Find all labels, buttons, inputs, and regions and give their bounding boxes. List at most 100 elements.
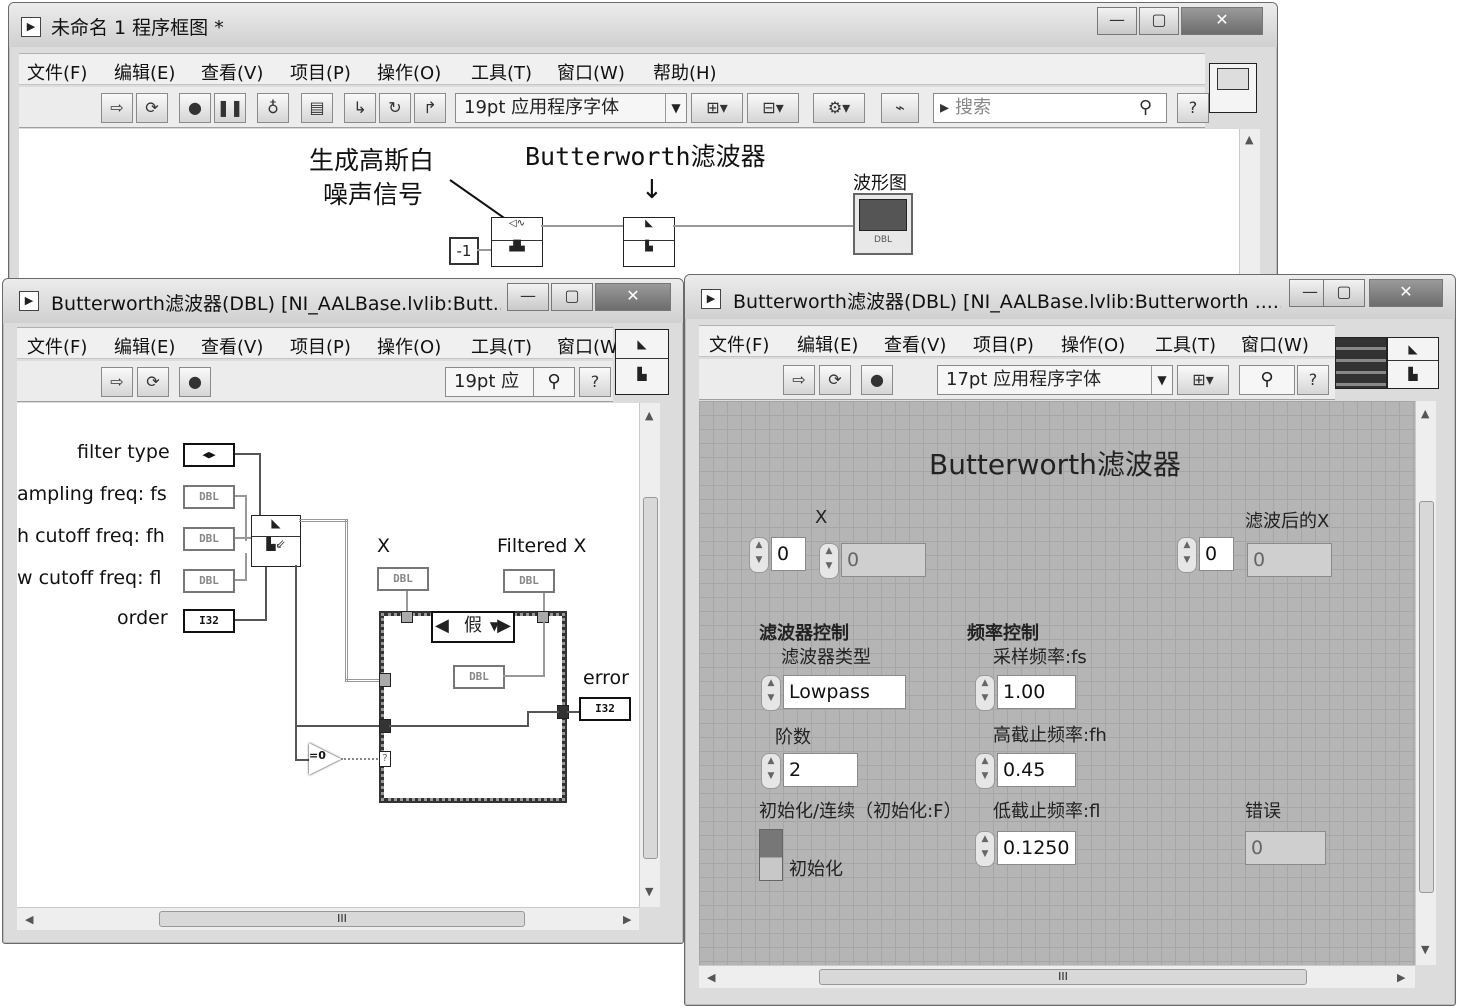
horizontal-scroll-thumb[interactable]: III [819, 969, 1307, 985]
pause-button[interactable]: ❚❚ [214, 93, 246, 123]
low-cutoff-value[interactable]: 0.1250 [997, 831, 1076, 865]
highlight-execution-button[interactable]: ♁ [257, 93, 289, 123]
high-cutoff-control[interactable]: ▲ ▼ 0.45 [975, 753, 1085, 789]
front-titlebar[interactable]: ▶ Butterworth滤波器(DBL) [NI_AALBase.lvlib:… [685, 275, 1455, 319]
vertical-scroll-thumb[interactable] [1419, 501, 1434, 893]
scroll-up-icon[interactable]: ▲ [1245, 133, 1253, 146]
align-objects-button[interactable]: ⊞▾ [1177, 365, 1229, 395]
help-button[interactable]: ? [579, 367, 611, 397]
scroll-left-icon[interactable]: ◀ [25, 913, 33, 926]
menu-project[interactable]: 项目(P) [290, 59, 351, 85]
horizontal-scroll-thumb[interactable]: III [159, 911, 525, 927]
menu-edit[interactable]: 编辑(E) [114, 333, 175, 359]
error-terminal[interactable]: I32 [579, 697, 631, 721]
menu-window[interactable]: 窗口(W [557, 333, 618, 359]
spin-icon[interactable]: ▲ ▼ [819, 543, 839, 579]
reorder-button[interactable]: ⚙▾ [813, 93, 865, 123]
vi-connector-icon[interactable]: ◣ ▙ [615, 329, 669, 395]
search-icon[interactable]: ⚲ [1239, 365, 1295, 395]
butterworth-filter-vi[interactable]: ◣ ▙ [623, 217, 675, 267]
menu-view[interactable]: 查看(V) [201, 333, 263, 359]
connector-pane-icon[interactable] [1335, 337, 1387, 389]
menu-tools[interactable]: 工具(T) [471, 333, 532, 359]
vi-icon[interactable]: ◣ ▙ [1387, 337, 1439, 389]
minimize-button[interactable]: — [1097, 7, 1137, 35]
case-selector[interactable]: ◀ 假 ▼ ▶ [431, 611, 515, 643]
default-dbl-constant[interactable]: DBL [453, 665, 505, 689]
filter-type-terminal[interactable]: ◀▶ [183, 443, 235, 467]
step-out-button[interactable]: ↱ [414, 93, 446, 123]
order-terminal[interactable]: I32 [183, 609, 235, 633]
help-button[interactable]: ? [1297, 365, 1329, 395]
menu-operate[interactable]: 操作(O) [377, 59, 441, 85]
step-into-button[interactable]: ↳ [344, 93, 376, 123]
maximize-button[interactable]: ▢ [551, 283, 593, 311]
font-select[interactable]: 19pt 应用程序字体 ▼ [455, 93, 687, 123]
constant-minus-one[interactable]: -1 [449, 237, 479, 265]
abort-button[interactable]: ● [179, 367, 211, 397]
clean-up-diagram-button[interactable]: ⌁ [881, 93, 919, 123]
x-array-element[interactable]: ▲ ▼ 0 [819, 543, 929, 579]
spin-icon[interactable]: ▲ ▼ [975, 831, 995, 867]
front-horizontal-scrollbar[interactable]: ◀ III ▶ [699, 965, 1415, 988]
low-cutoff-terminal[interactable]: DBL [183, 569, 235, 593]
subvi-diagram-canvas[interactable]: filter type ampling freq: fs h cutoff fr… [17, 403, 639, 907]
filter-type-ring[interactable]: ▲ ▼ Lowpass [761, 675, 911, 711]
block-titlebar[interactable]: ▶ Butterworth滤波器(DBL) [NI_AALBase.lvlib:… [3, 279, 683, 323]
order-value[interactable]: 2 [783, 753, 858, 787]
block-vertical-scrollbar[interactable]: ▲ ▼ [639, 403, 660, 907]
abort-button[interactable]: ● [179, 93, 211, 123]
sampling-freq-value[interactable]: 1.00 [997, 675, 1076, 709]
main-titlebar[interactable]: ▶ 未命名 1 程序框图 * — ▢ ✕ [9, 3, 1277, 47]
waveform-graph-terminal[interactable]: DBL [853, 193, 913, 255]
menu-view[interactable]: 查看(V) [201, 59, 263, 85]
x-index-field[interactable]: 0 [771, 537, 806, 571]
case-prev-icon[interactable]: ◀ [435, 613, 449, 639]
close-button[interactable]: ✕ [1181, 7, 1263, 35]
help-button[interactable]: ? [1177, 93, 1209, 123]
scroll-up-icon[interactable]: ▲ [645, 409, 653, 422]
font-select[interactable]: 19pt 应 [445, 367, 539, 397]
abort-button[interactable]: ● [861, 365, 893, 395]
run-continuously-button[interactable]: ⟳ [137, 367, 169, 397]
vi-connector-icon[interactable] [1209, 63, 1257, 113]
run-continuously-button[interactable]: ⟳ [819, 365, 851, 395]
x-terminal[interactable]: DBL [377, 567, 429, 591]
block-horizontal-scrollbar[interactable]: ◀ III ▶ [17, 907, 639, 930]
vertical-scroll-thumb[interactable] [643, 497, 658, 859]
menu-project[interactable]: 项目(P) [973, 331, 1034, 357]
menu-edit[interactable]: 编辑(E) [797, 331, 858, 357]
menu-operate[interactable]: 操作(O) [1061, 331, 1125, 357]
filtered-index-field[interactable]: 0 [1199, 537, 1234, 571]
menu-window[interactable]: 窗口(W) [557, 59, 625, 85]
case-next-icon[interactable]: ▶ [497, 613, 511, 639]
retain-wire-values-button[interactable]: ▤ [301, 93, 333, 123]
scroll-down-icon[interactable]: ▼ [645, 885, 653, 898]
distribute-objects-button[interactable]: ⊟▾ [747, 93, 799, 123]
filtered-x-terminal[interactable]: DBL [503, 569, 555, 593]
run-button[interactable]: ⇨ [101, 93, 133, 123]
spin-icon[interactable]: ▲ ▼ [761, 675, 781, 711]
spin-icon[interactable]: ▲ ▼ [975, 675, 995, 711]
scroll-right-icon[interactable]: ▶ [1397, 971, 1405, 984]
sampling-freq-terminal[interactable]: DBL [183, 485, 235, 509]
x-value-field[interactable]: 0 [841, 543, 926, 577]
low-cutoff-control[interactable]: ▲ ▼ 0.1250 [975, 831, 1085, 867]
align-objects-button[interactable]: ⊞▾ [691, 93, 743, 123]
search-icon[interactable]: ⚲ [533, 367, 575, 397]
filtered-x-index[interactable]: ▲ ▼ 0 [1177, 537, 1241, 573]
high-cutoff-terminal[interactable]: DBL [183, 527, 235, 551]
scroll-up-icon[interactable]: ▲ [1421, 407, 1429, 420]
menu-edit[interactable]: 编辑(E) [114, 59, 175, 85]
menu-view[interactable]: 查看(V) [884, 331, 946, 357]
menu-window[interactable]: 窗口(W) [1241, 331, 1309, 357]
scroll-right-icon[interactable]: ▶ [623, 913, 631, 926]
run-button[interactable]: ⇨ [101, 367, 133, 397]
menu-file[interactable]: 文件(F) [709, 331, 769, 357]
order-control[interactable]: ▲ ▼ 2 [761, 753, 871, 789]
menu-tools[interactable]: 工具(T) [1155, 331, 1216, 357]
close-button[interactable]: ✕ [1369, 279, 1443, 307]
menu-operate[interactable]: 操作(O) [377, 333, 441, 359]
menu-project[interactable]: 项目(P) [290, 333, 351, 359]
maximize-button[interactable]: ▢ [1323, 279, 1365, 307]
